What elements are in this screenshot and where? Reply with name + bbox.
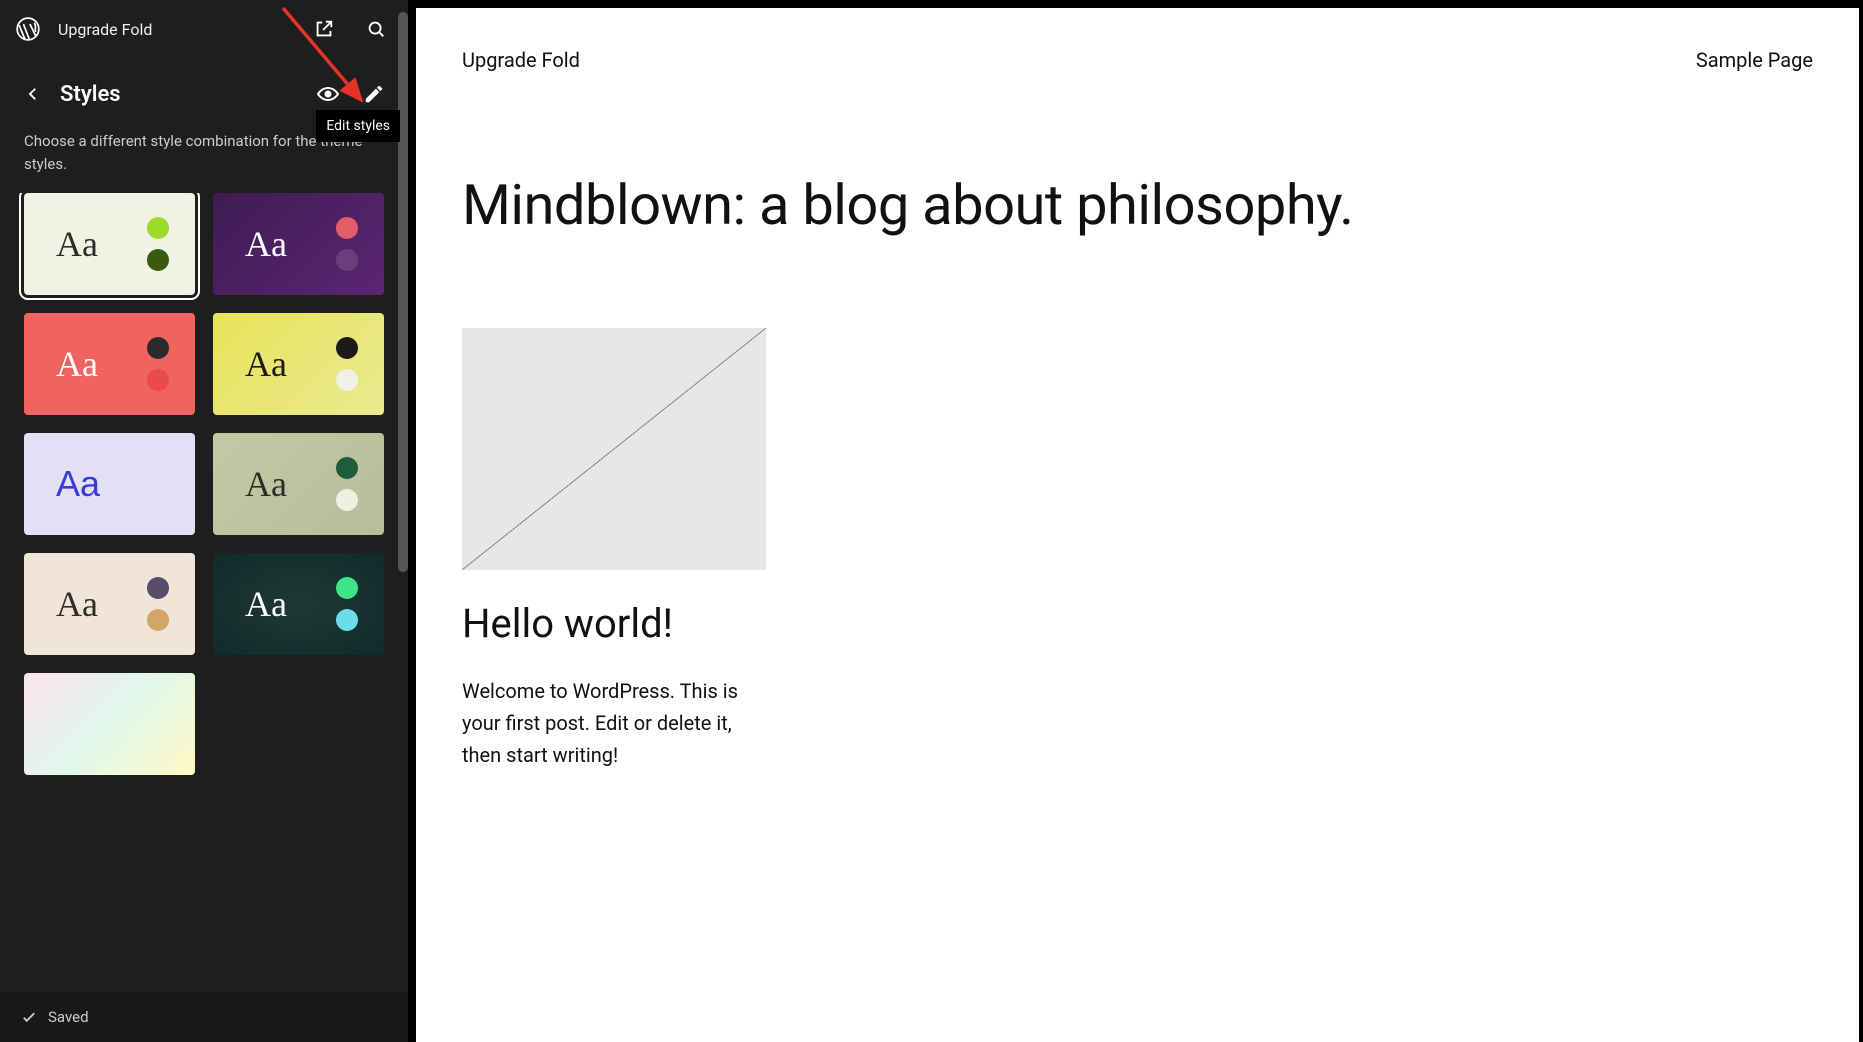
style-variation-card[interactable]: Aa — [213, 553, 384, 655]
style-variation-card[interactable] — [24, 673, 195, 775]
sidebar-footer: Saved — [0, 992, 408, 1042]
panel-header: Styles Edit styles — [0, 58, 408, 130]
wordpress-logo-icon[interactable] — [14, 15, 42, 43]
color-dot — [147, 577, 169, 599]
color-dots — [336, 577, 358, 631]
check-icon — [20, 1008, 38, 1026]
edit-styles-button[interactable] — [356, 76, 392, 112]
style-aa-label: Aa — [245, 223, 287, 265]
back-button[interactable] — [16, 77, 50, 111]
color-dot — [336, 369, 358, 391]
style-variation-card[interactable]: Aa — [24, 553, 195, 655]
stylebook-button[interactable] — [310, 76, 346, 112]
command-palette-button[interactable] — [358, 11, 394, 47]
style-aa-label: Aa — [56, 463, 100, 505]
style-aa-label: Aa — [245, 463, 287, 505]
styles-grid: Aa Aa Aa Aa Aa Aa Aa Aa — [0, 193, 408, 775]
color-dot — [336, 457, 358, 479]
style-variation-card[interactable]: Aa — [213, 193, 384, 295]
color-dot — [147, 337, 169, 359]
color-dots — [336, 217, 358, 271]
sidebar-scrollbar[interactable] — [398, 12, 408, 572]
preview-frame[interactable]: Upgrade Fold Sample Page Mindblown: a bl… — [416, 8, 1863, 1042]
style-variation-card[interactable]: Aa — [24, 193, 195, 295]
preview-pane: Upgrade Fold Sample Page Mindblown: a bl… — [408, 0, 1863, 1042]
color-dots — [336, 337, 358, 391]
color-dot — [336, 489, 358, 511]
style-variation-card[interactable]: Aa — [24, 313, 195, 415]
color-dot — [336, 337, 358, 359]
post-title[interactable]: Hello world! — [462, 600, 1813, 647]
color-dot — [147, 609, 169, 631]
style-aa-label: Aa — [245, 343, 287, 385]
editor-sidebar: Upgrade Fold Styles Edit styles Choose a… — [0, 0, 408, 1042]
color-dots — [147, 577, 169, 631]
style-variation-card[interactable]: Aa — [24, 433, 195, 535]
color-dot — [336, 577, 358, 599]
color-dot — [147, 217, 169, 239]
save-status: Saved — [48, 1008, 89, 1026]
color-dot — [336, 609, 358, 631]
color-dot — [336, 249, 358, 271]
style-aa-label: Aa — [245, 583, 287, 625]
style-aa-label: Aa — [56, 343, 98, 385]
preview-hero-heading: Mindblown: a blog about philosophy. — [462, 172, 1813, 238]
style-aa-label: Aa — [56, 223, 98, 265]
color-dot — [147, 249, 169, 271]
style-variation-card[interactable]: Aa — [213, 313, 384, 415]
preview-nav-link[interactable]: Sample Page — [1696, 48, 1813, 72]
edit-styles-tooltip: Edit styles — [316, 110, 400, 142]
sidebar-topbar: Upgrade Fold — [0, 0, 408, 58]
color-dots — [147, 217, 169, 271]
style-variation-card[interactable]: Aa — [213, 433, 384, 535]
color-dots — [147, 337, 169, 391]
style-aa-label: Aa — [56, 583, 98, 625]
color-dot — [336, 217, 358, 239]
color-dots — [336, 457, 358, 511]
color-dot — [147, 369, 169, 391]
featured-image-placeholder[interactable] — [462, 328, 766, 570]
post-excerpt: Welcome to WordPress. This is your first… — [462, 675, 752, 771]
panel-title: Styles — [60, 82, 300, 107]
preview-nav: Upgrade Fold Sample Page — [462, 48, 1813, 72]
view-site-button[interactable] — [306, 11, 342, 47]
site-name[interactable]: Upgrade Fold — [58, 20, 290, 39]
preview-site-title[interactable]: Upgrade Fold — [462, 48, 580, 72]
